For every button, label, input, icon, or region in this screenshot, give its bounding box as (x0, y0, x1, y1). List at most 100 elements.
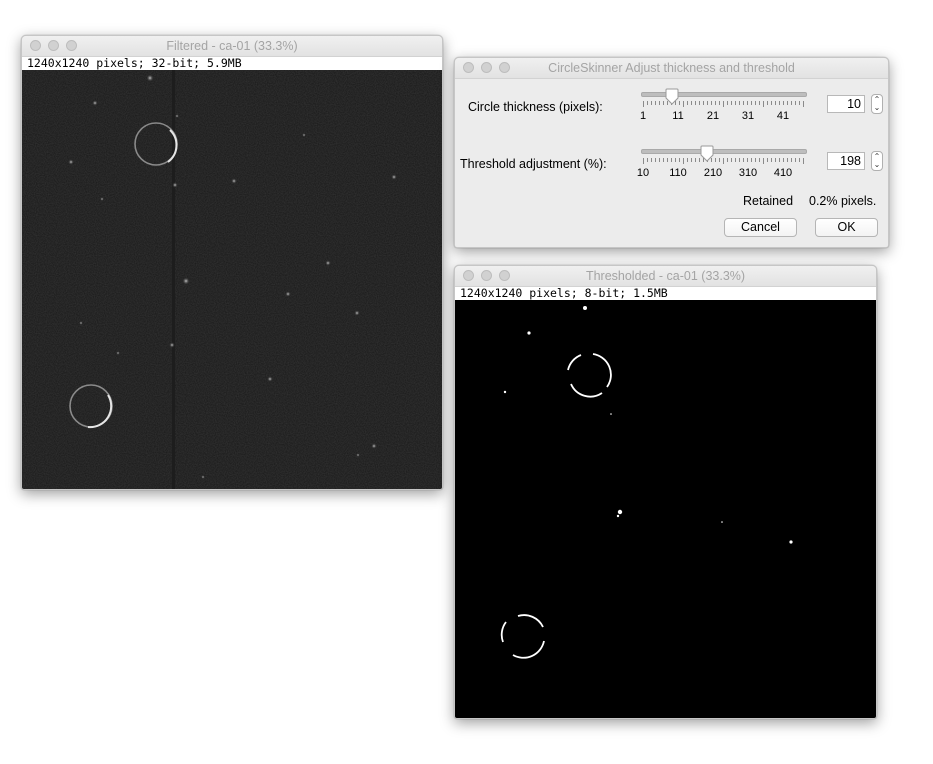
slider-tick (727, 101, 728, 105)
slider-tick (647, 101, 648, 105)
slider-thumb[interactable] (699, 145, 715, 163)
slider-tick (723, 101, 724, 107)
slider-tick (695, 158, 696, 162)
thresholded-image[interactable] (455, 300, 876, 718)
slider-tick (779, 158, 780, 162)
slider-tick (779, 101, 780, 105)
cancel-button[interactable]: Cancel (724, 218, 797, 237)
slider-tick (791, 158, 792, 162)
slider-tick (695, 101, 696, 105)
thresholded-window[interactable]: Thresholded - ca-01 (33.3%) 1240x1240 pi… (454, 265, 877, 719)
slider-tick (679, 158, 680, 162)
thickness-value-field[interactable]: 10 (827, 95, 865, 113)
threshold-value-field[interactable]: 198 (827, 152, 865, 170)
slider-tick (755, 158, 756, 162)
slider-tick (719, 158, 720, 162)
filtered-image-canvas (22, 70, 442, 489)
slider-tick (783, 101, 784, 105)
slider-tick (735, 101, 736, 105)
thresholded-image-info: 1240x1240 pixels; 8-bit; 1.5MB (455, 287, 876, 300)
slider-tick (659, 101, 660, 105)
slider-tick (747, 158, 748, 162)
slider-tick (723, 158, 724, 164)
slider-tick-label: 31 (741, 110, 755, 122)
threshold-stepper[interactable]: ⌃ ⌄ (871, 151, 883, 171)
slider-tick (699, 101, 700, 105)
slider-tick (759, 158, 760, 162)
slider-tick (775, 158, 776, 162)
slider-tick (683, 158, 684, 164)
slider-tick (647, 158, 648, 162)
filtered-titlebar[interactable]: Filtered - ca-01 (33.3%) (22, 36, 442, 57)
slider-tick (683, 101, 684, 107)
slider-tick-label: 310 (738, 167, 758, 179)
slider-tick (715, 158, 716, 162)
thresholded-window-title: Thresholded - ca-01 (33.3%) (585, 269, 746, 283)
dialog-title: CircleSkinner Adjust thickness and thres… (548, 61, 795, 75)
slider-tick (739, 158, 740, 162)
slider-tick-label: 210 (703, 167, 723, 179)
slider-tick (791, 101, 792, 105)
slider-tick (751, 158, 752, 162)
slider-tick (799, 158, 800, 162)
thresholded-image-canvas (455, 300, 876, 718)
slider-tick (795, 158, 796, 162)
slider-tick (719, 101, 720, 105)
slider-tick (703, 101, 704, 105)
slider-tick-label: 1 (639, 110, 647, 122)
retained-value: 0.2% pixels. (809, 194, 877, 208)
slider-tick (755, 101, 756, 105)
slider-tick (675, 158, 676, 162)
slider-tick-label: 410 (773, 167, 793, 179)
slider-tick (767, 158, 768, 162)
ok-button[interactable]: OK (815, 218, 878, 237)
slider-tick-label: 41 (776, 110, 790, 122)
slider-tick (651, 158, 652, 162)
threshold-slider[interactable]: 10 110 210 310 410 (637, 145, 807, 183)
slider-tick (743, 158, 744, 162)
slider-tick (787, 101, 788, 105)
slider-tick (727, 158, 728, 162)
slider-tick (787, 158, 788, 162)
slider-tick (655, 158, 656, 162)
thickness-slider[interactable]: 1 11 21 31 41 (639, 88, 807, 126)
slider-track[interactable] (641, 149, 807, 154)
slider-tick (775, 101, 776, 105)
slider-tick (667, 158, 668, 162)
slider-tick (731, 158, 732, 162)
slider-tick (771, 158, 772, 162)
slider-tick (707, 101, 708, 105)
slider-tick (751, 101, 752, 105)
filtered-window[interactable]: Filtered - ca-01 (33.3%) 1240x1240 pixel… (21, 35, 443, 490)
thickness-stepper[interactable]: ⌃ ⌄ (871, 94, 883, 114)
slider-tick (795, 101, 796, 105)
slider-tick (731, 101, 732, 105)
circleskinner-dialog[interactable]: CircleSkinner Adjust thickness and thres… (454, 57, 889, 248)
dialog-titlebar[interactable]: CircleSkinner Adjust thickness and thres… (455, 58, 888, 79)
threshold-label: Threshold adjustment (%): (460, 157, 607, 171)
thresholded-titlebar[interactable]: Thresholded - ca-01 (33.3%) (455, 266, 876, 287)
slider-tick (687, 101, 688, 105)
filtered-image[interactable] (22, 70, 442, 489)
slider-tick (711, 101, 712, 105)
slider-tick-label: 21 (706, 110, 720, 122)
slider-tick (691, 101, 692, 105)
slider-tick (783, 158, 784, 162)
slider-tick (715, 101, 716, 105)
slider-tick (799, 101, 800, 105)
slider-tick (803, 101, 804, 107)
slider-tick (735, 158, 736, 162)
slider-tick-label: 110 (669, 167, 687, 179)
slider-tick (759, 101, 760, 105)
retained-label: Retained (743, 194, 794, 208)
slider-tick-label: 10 (636, 167, 650, 179)
slider-tick (655, 101, 656, 105)
slider-tick (767, 101, 768, 105)
slider-tick (671, 158, 672, 162)
slider-tick (803, 158, 804, 164)
slider-tick (763, 101, 764, 107)
slider-tick (763, 158, 764, 164)
slider-thumb[interactable] (664, 88, 680, 106)
filtered-window-title: Filtered - ca-01 (33.3%) (166, 39, 298, 53)
slider-tick (651, 101, 652, 105)
